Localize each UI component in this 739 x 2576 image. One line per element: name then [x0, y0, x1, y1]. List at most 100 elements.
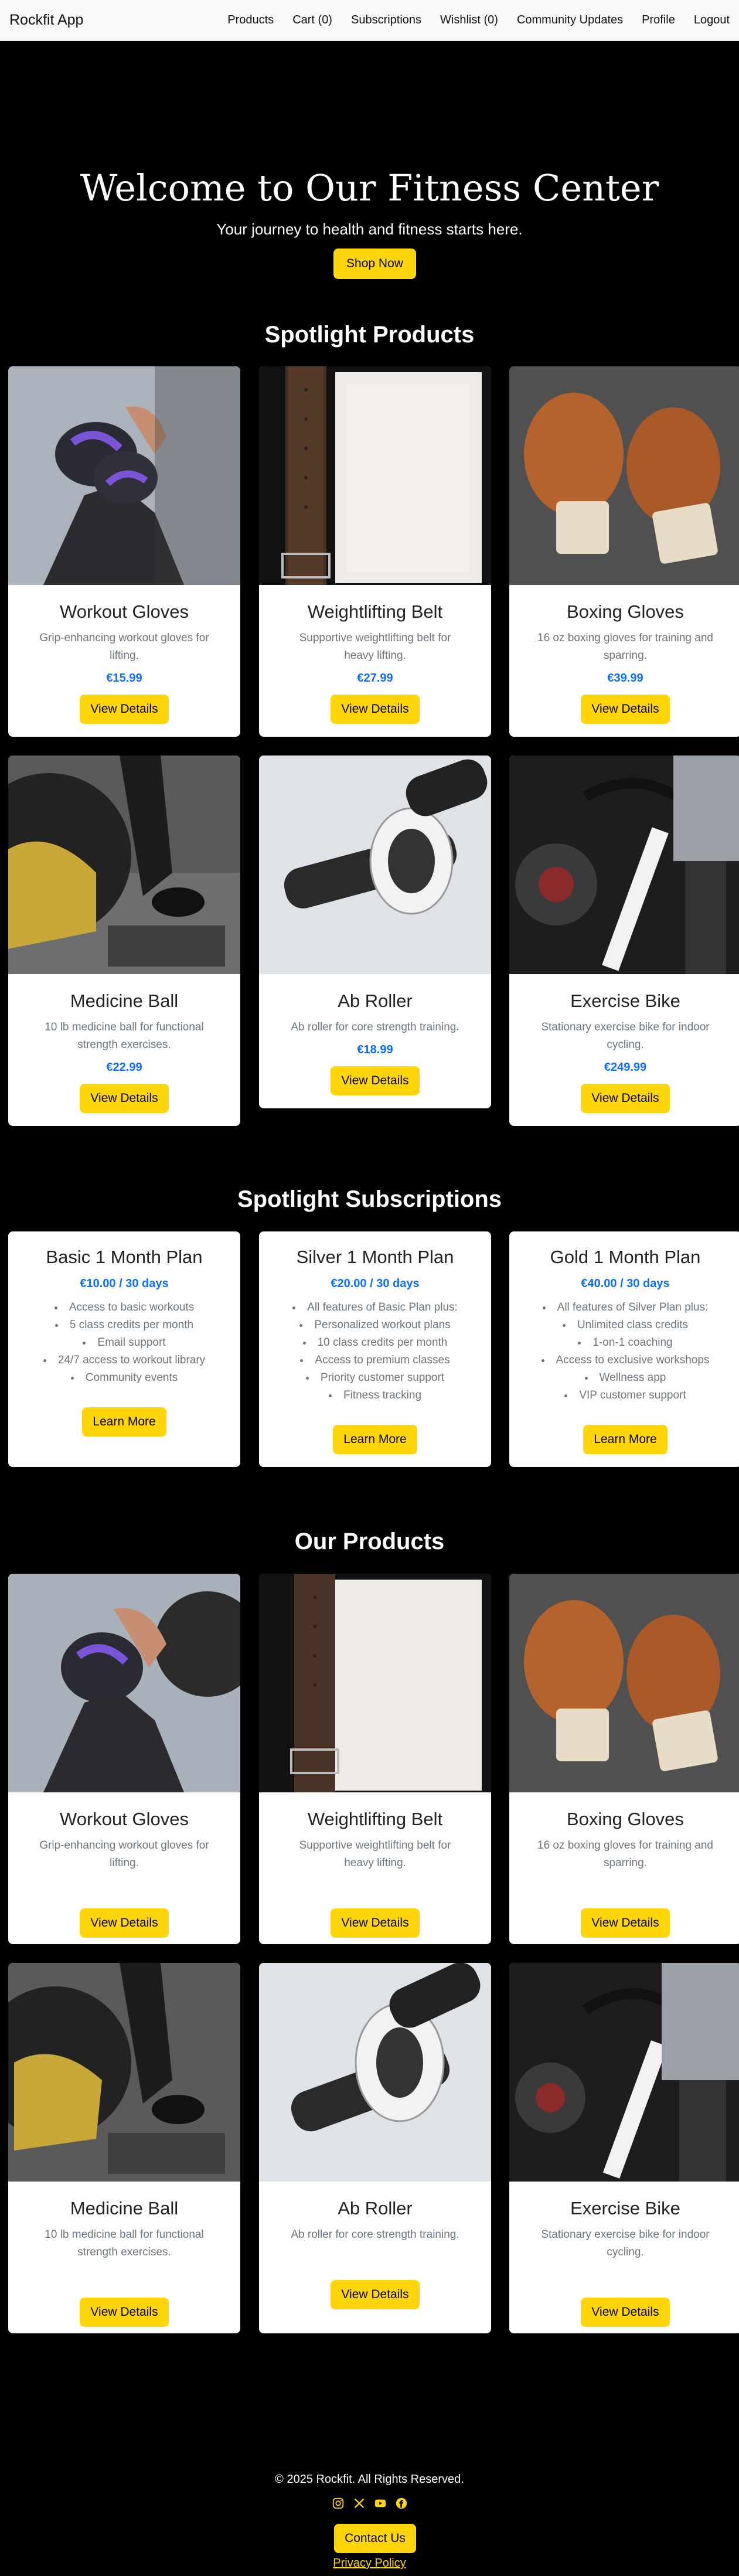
product-description: Supportive weightlifting belt for heavy … [299, 632, 451, 662]
plan-feature: All features of Basic Plan plus: [259, 1299, 491, 1316]
plan-feature: Priority customer support [259, 1369, 491, 1387]
plan-feature: Wellness app [509, 1369, 739, 1387]
instagram-icon[interactable] [332, 2497, 345, 2510]
product-card-boxing-gloves: Boxing Gloves 16 oz boxing gloves for tr… [509, 1574, 739, 1944]
plan-feature: 10 class credits per month [259, 1334, 491, 1352]
boxing-gloves-photo[interactable] [509, 1574, 739, 1792]
exercise-bike-photo[interactable] [509, 1963, 739, 2182]
view-details-button[interactable]: View Details [581, 2298, 670, 2327]
learn-more-button[interactable]: Learn More [333, 1425, 417, 1454]
subscription-card-silver: Silver 1 Month Plan €20.00 / 30 days All… [259, 1231, 491, 1467]
view-details-button[interactable]: View Details [80, 1908, 169, 1938]
nav-link-cart[interactable]: Cart (0) [292, 13, 332, 27]
privacy-policy-link[interactable]: Privacy Policy [0, 2557, 739, 2570]
product-price: €22.99 [106, 1061, 142, 1074]
product-card-ab-roller: Ab Roller Ab roller for core strength tr… [259, 756, 491, 1108]
product-description: Grip-enhancing workout gloves for liftin… [39, 1839, 209, 1869]
product-card-weightlifting-belt: Weightlifting Belt Supportive weightlift… [259, 366, 491, 737]
plan-feature: Access to basic workouts [8, 1299, 240, 1316]
product-card-exercise-bike: Exercise Bike Stationary exercise bike f… [509, 1963, 739, 2333]
product-name: Boxing Gloves [567, 1809, 684, 1829]
nav-link-profile[interactable]: Profile [642, 13, 675, 27]
plan-features: All features of Basic Plan plus: Persona… [259, 1299, 491, 1404]
learn-more-button[interactable]: Learn More [583, 1425, 668, 1454]
plan-features: Access to basic workouts 5 class credits… [8, 1299, 240, 1387]
nav-link-products[interactable]: Products [227, 13, 274, 27]
youtube-icon[interactable] [374, 2497, 387, 2510]
product-name: Exercise Bike [570, 991, 680, 1011]
ab-roller-photo[interactable] [259, 756, 491, 974]
product-card-medicine-ball: Medicine Ball 10 lb medicine ball for fu… [8, 756, 240, 1126]
copyright-text: © 2025 Rockfit. All Rights Reserved. [275, 2473, 464, 2486]
product-name: Workout Gloves [60, 601, 189, 622]
plan-feature: 1-on-1 coaching [509, 1334, 739, 1352]
plan-feature: 5 class credits per month [8, 1316, 240, 1334]
product-price: €249.99 [604, 1061, 647, 1074]
hero-subtitle: Your journey to health and fitness start… [216, 220, 523, 238]
product-name: Boxing Gloves [567, 601, 684, 622]
view-details-button[interactable]: View Details [331, 1908, 420, 1938]
plan-name: Basic 1 Month Plan [46, 1247, 203, 1267]
plan-price: €10.00 / 30 days [80, 1277, 169, 1290]
product-price: €15.99 [106, 672, 142, 685]
plan-feature: Email support [8, 1334, 240, 1352]
view-details-button[interactable]: View Details [331, 1066, 420, 1095]
product-description: Ab roller for core strength training. [291, 1021, 459, 1033]
view-details-button[interactable]: View Details [80, 695, 169, 724]
nav-link-wishlist[interactable]: Wishlist (0) [440, 13, 498, 27]
view-details-button[interactable]: View Details [80, 2298, 169, 2327]
product-description: Supportive weightlifting belt for heavy … [299, 1839, 451, 1869]
shop-now-button[interactable]: Shop Now [333, 249, 416, 279]
product-name: Weightlifting Belt [307, 601, 443, 622]
exercise-bike-photo[interactable] [509, 756, 739, 974]
boxing-gloves-photo[interactable] [509, 366, 739, 585]
product-name: Ab Roller [338, 991, 413, 1011]
nav-link-subscriptions[interactable]: Subscriptions [351, 13, 421, 27]
product-card-workout-gloves: Workout Gloves Grip-enhancing workout gl… [8, 366, 240, 737]
product-description: 10 lb medicine ball for functional stren… [45, 1021, 204, 1051]
product-card-workout-gloves: Workout Gloves Grip-enhancing workout gl… [8, 1574, 240, 1944]
facebook-icon[interactable] [395, 2497, 408, 2510]
view-details-button[interactable]: View Details [80, 1084, 169, 1113]
brand-logo[interactable]: Rockfit App [9, 12, 83, 29]
social-links [0, 2497, 739, 2510]
subscription-card-gold: Gold 1 Month Plan €40.00 / 30 days All f… [509, 1231, 739, 1467]
product-description: Stationary exercise bike for indoor cycl… [541, 2228, 710, 2258]
hero-section: Welcome to Our Fitness Center Your journ… [0, 41, 739, 305]
contact-us-button[interactable]: Contact Us [334, 2524, 416, 2553]
plan-feature: Community events [8, 1369, 240, 1387]
product-price: €27.99 [357, 672, 393, 685]
product-card-boxing-gloves: Boxing Gloves 16 oz boxing gloves for tr… [509, 366, 739, 737]
plan-feature: 24/7 access to workout library [8, 1352, 240, 1369]
workout-gloves-photo[interactable] [8, 366, 240, 585]
product-card-ab-roller: Ab Roller Ab roller for core strength tr… [259, 1963, 491, 2333]
nav-links: Products Cart (0) Subscriptions Wishlist… [209, 13, 730, 27]
product-card-medicine-ball: Medicine Ball 10 lb medicine ball for fu… [8, 1963, 240, 2333]
medicine-ball-photo[interactable] [8, 756, 240, 974]
view-details-button[interactable]: View Details [581, 1084, 670, 1113]
our-products-title: Our Products [294, 1529, 445, 1554]
product-description: 10 lb medicine ball for functional stren… [45, 2228, 204, 2258]
ab-roller-photo[interactable] [259, 1963, 491, 2182]
view-details-button[interactable]: View Details [581, 1908, 670, 1938]
plan-name: Gold 1 Month Plan [550, 1247, 701, 1267]
product-name: Weightlifting Belt [307, 1809, 443, 1829]
product-name: Ab Roller [338, 2198, 413, 2218]
product-description: Stationary exercise bike for indoor cycl… [541, 1021, 710, 1051]
view-details-button[interactable]: View Details [331, 695, 420, 724]
product-card-exercise-bike: Exercise Bike Stationary exercise bike f… [509, 756, 739, 1126]
x-icon[interactable] [353, 2497, 366, 2510]
product-price: €39.99 [607, 672, 643, 685]
weightlifting-belt-photo[interactable] [259, 366, 491, 585]
weightlifting-belt-photo[interactable] [259, 1574, 491, 1792]
view-details-button[interactable]: View Details [331, 2280, 420, 2309]
spotlight-products-title: Spotlight Products [264, 322, 475, 348]
plan-feature: Access to exclusive workshops [509, 1352, 739, 1369]
nav-link-logout[interactable]: Logout [694, 13, 730, 27]
medicine-ball-photo[interactable] [8, 1963, 240, 2182]
learn-more-button[interactable]: Learn More [82, 1407, 166, 1437]
workout-gloves-photo[interactable] [8, 1574, 240, 1792]
product-name: Workout Gloves [60, 1809, 189, 1829]
view-details-button[interactable]: View Details [581, 695, 670, 724]
nav-link-community-updates[interactable]: Community Updates [517, 13, 623, 27]
